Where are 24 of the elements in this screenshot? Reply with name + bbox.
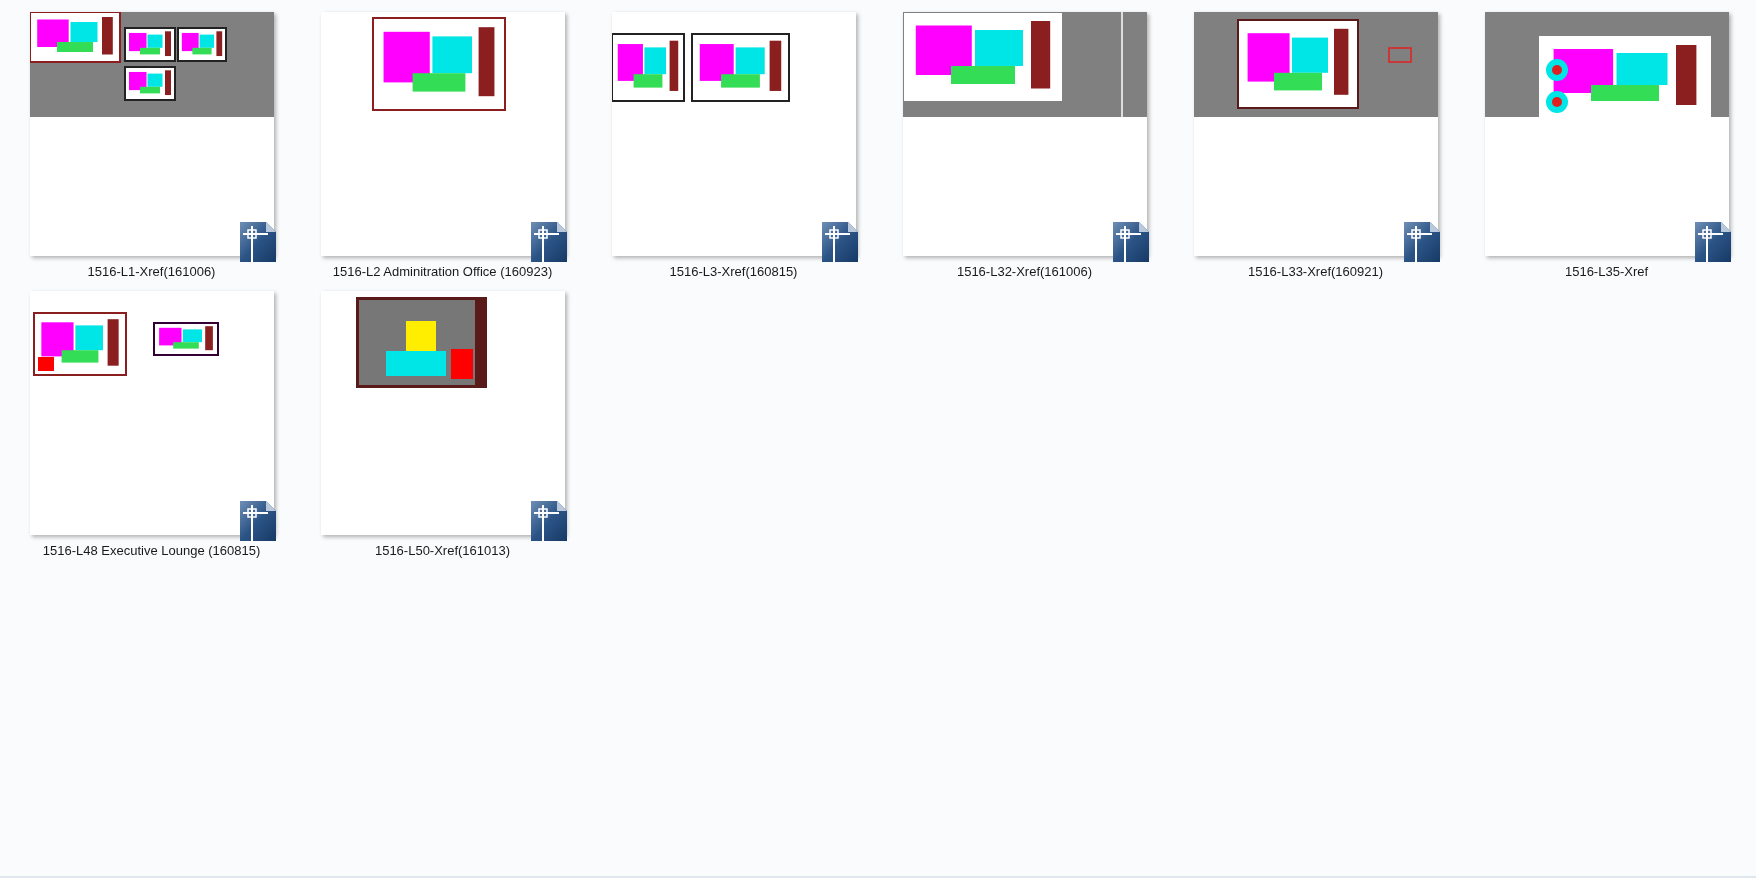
blueprint-file-icon: [1403, 222, 1440, 262]
file-name: 1516-L35-Xref: [1564, 264, 1649, 280]
file-name: 1516-L3-Xref(160815): [669, 264, 798, 280]
file-name: 1516-L32-Xref(161006): [956, 264, 1093, 280]
file-thumbnail[interactable]: [1193, 12, 1438, 256]
blueprint-file-icon: [239, 501, 276, 541]
blueprint-file-icon: [1694, 222, 1731, 262]
file-thumbnail[interactable]: [320, 12, 565, 256]
file-thumbnail[interactable]: [1484, 12, 1729, 256]
file-name: 1516-L2 Adminitration Office (160923): [332, 264, 553, 280]
blueprint-file-icon: [239, 222, 276, 262]
file-thumbnail[interactable]: [29, 12, 274, 256]
file-thumbnail[interactable]: [902, 12, 1147, 256]
blueprint-file-icon: [530, 222, 567, 262]
file-name: 1516-L1-Xref(161006): [87, 264, 216, 280]
file-thumbnail[interactable]: [320, 291, 565, 535]
blueprint-file-icon: [821, 222, 858, 262]
file-name: 1516-L48 Executive Lounge (160815): [42, 543, 261, 559]
file-name: 1516-L50-Xref(161013): [374, 543, 511, 559]
file-thumbnail[interactable]: [29, 291, 274, 535]
file-name: 1516-L33-Xref(160921): [1247, 264, 1384, 280]
blueprint-file-icon: [530, 501, 567, 541]
file-thumbnail[interactable]: [611, 12, 856, 256]
blueprint-file-icon: [1112, 222, 1149, 262]
